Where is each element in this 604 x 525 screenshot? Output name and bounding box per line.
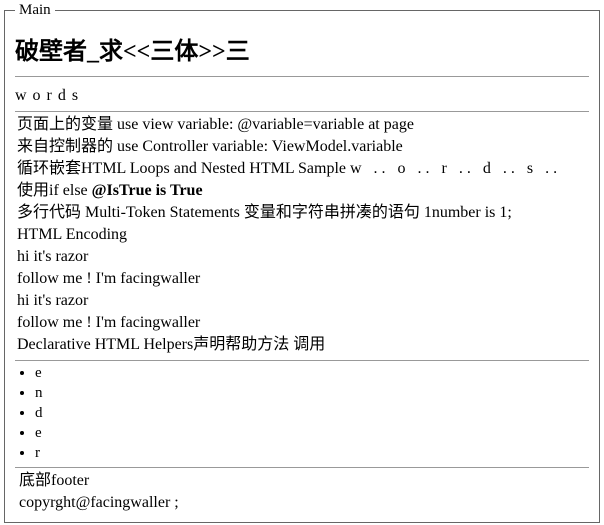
list-item: n <box>35 383 589 403</box>
list-item: e <box>35 363 589 383</box>
letters-list: e n d e r <box>15 363 589 463</box>
body-line: hi it's razor <box>17 290 589 312</box>
body-line: Declarative HTML Helpers声明帮助方法 调用 <box>17 334 589 356</box>
main-fieldset: Main 破壁者_求<<三体>>三 words 页面上的变量 use view … <box>4 2 600 523</box>
body-line: follow me ! I'm facingwaller <box>17 312 589 334</box>
list-item: d <box>35 403 589 423</box>
body-line: 页面上的变量 use view variable: @variable=vari… <box>17 114 589 136</box>
body-line: follow me ! I'm facingwaller <box>17 268 589 290</box>
body-line: HTML Encoding <box>17 224 589 246</box>
footer-block: 底部footer copyrght@facingwaller ; <box>15 467 589 514</box>
body-line: 循环嵌套HTML Loops and Nested HTML Sample w … <box>17 158 589 180</box>
divider <box>15 76 589 77</box>
body-line: 多行代码 Multi-Token Statements 变量和字符串拼凑的语句 … <box>17 202 589 224</box>
footer-line: copyrght@facingwaller ; <box>19 492 589 514</box>
list-item: r <box>35 443 589 463</box>
section-title: words <box>15 87 589 105</box>
list-item: e <box>35 423 589 443</box>
body-line: hi it's razor <box>17 246 589 268</box>
body-line: 使用if else @IsTrue is True <box>17 180 589 202</box>
body-line: 来自控制器的 use Controller variable: ViewMode… <box>17 136 589 158</box>
fieldset-legend: Main <box>15 2 55 19</box>
page-heading: 破壁者_求<<三体>>三 <box>15 31 589 66</box>
body-block: 页面上的变量 use view variable: @variable=vari… <box>15 111 589 361</box>
footer-line: 底部footer <box>19 470 589 492</box>
